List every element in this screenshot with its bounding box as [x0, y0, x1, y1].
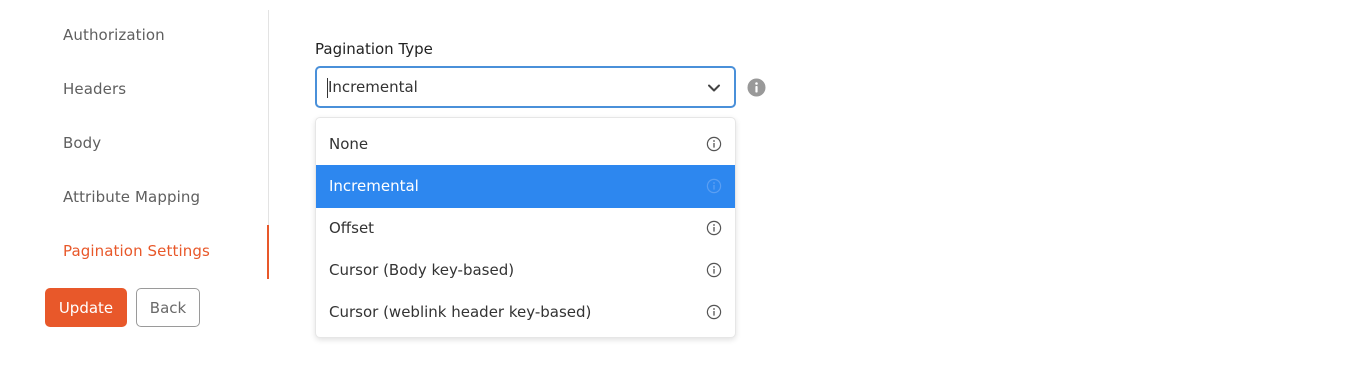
- option-label: Cursor (Body key-based): [329, 261, 515, 279]
- option-label: None: [329, 135, 369, 153]
- info-icon[interactable]: [706, 262, 722, 278]
- option-offset[interactable]: Offset: [316, 207, 735, 250]
- pagination-type-dropdown: None Incremental Offset Cursor (Body key…: [315, 117, 736, 338]
- info-icon[interactable]: [706, 304, 722, 320]
- sidebar-item-headers[interactable]: Headers: [63, 80, 126, 98]
- option-cursor-body[interactable]: Cursor (Body key-based): [316, 249, 735, 292]
- option-label: Offset: [329, 219, 375, 237]
- sidebar-item-authorization[interactable]: Authorization: [63, 26, 165, 44]
- pagination-type-select[interactable]: Incremental: [315, 66, 736, 108]
- info-icon[interactable]: [706, 178, 722, 194]
- info-icon[interactable]: [747, 78, 766, 97]
- pagination-type-label: Pagination Type: [315, 40, 433, 58]
- sidebar-item-pagination-settings[interactable]: Pagination Settings: [63, 242, 210, 260]
- option-label: Cursor (weblink header key-based): [329, 303, 592, 321]
- option-none[interactable]: None: [316, 123, 735, 166]
- sidebar-nav: Authorization Headers Body Attribute Map…: [0, 0, 270, 374]
- option-incremental[interactable]: Incremental: [316, 165, 735, 208]
- active-indicator: [267, 225, 269, 279]
- option-cursor-weblink-header[interactable]: Cursor (weblink header key-based): [316, 291, 735, 334]
- info-icon[interactable]: [706, 136, 722, 152]
- sidebar-item-attribute-mapping[interactable]: Attribute Mapping: [63, 188, 200, 206]
- select-value: Incremental: [328, 78, 418, 96]
- info-icon[interactable]: [706, 220, 722, 236]
- sidebar-item-body[interactable]: Body: [63, 134, 101, 152]
- update-button[interactable]: Update: [45, 288, 127, 327]
- chevron-down-icon[interactable]: [706, 80, 722, 96]
- option-label: Incremental: [329, 177, 419, 195]
- back-button[interactable]: Back: [136, 288, 200, 327]
